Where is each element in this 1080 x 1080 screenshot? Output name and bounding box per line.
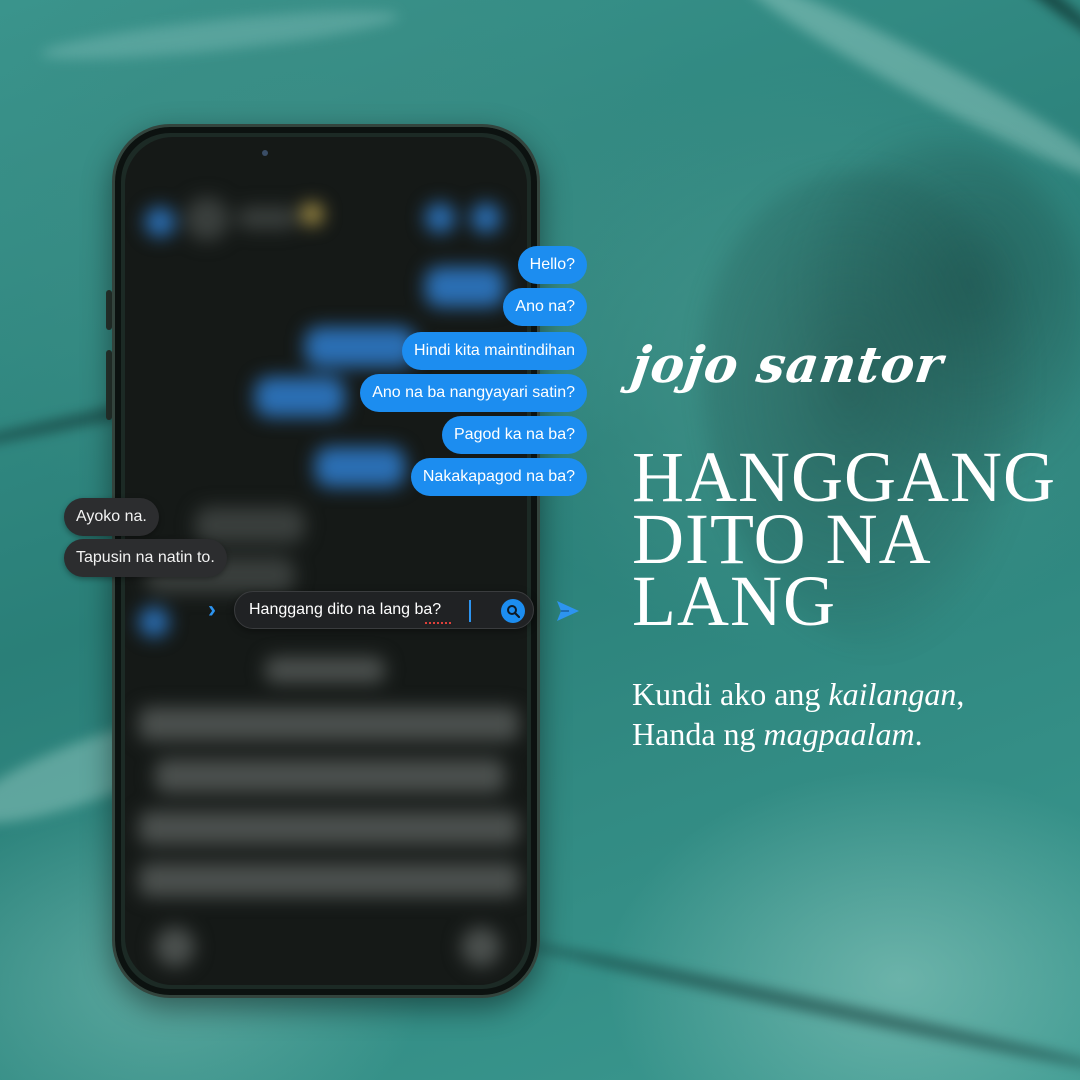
sent-message: Pagod ka na ba? bbox=[442, 416, 587, 454]
lyric-excerpt: Kundi ako ang kailangan, Handa ng magpaa… bbox=[632, 674, 964, 754]
song-title-line: LANG bbox=[632, 561, 836, 641]
lyric-text: Kundi ako ang bbox=[632, 676, 829, 712]
blurred-message bbox=[315, 447, 405, 487]
blurred-keyboard-row bbox=[139, 707, 519, 741]
search-icon[interactable] bbox=[501, 599, 525, 623]
blurred-back-icon bbox=[145, 207, 175, 237]
lyric-punctuation: . bbox=[914, 716, 923, 752]
message-input-text: Hanggang dito na lang ba? bbox=[249, 601, 442, 618]
received-message: Ayoko na. bbox=[64, 498, 159, 536]
blurred-video-icon bbox=[471, 203, 501, 233]
lyric-emphasis: magpaalam bbox=[763, 716, 915, 752]
blurred-emoji bbox=[301, 203, 323, 225]
sent-message: Ano na ba nangyayari satin? bbox=[360, 374, 587, 412]
blurred-avatar bbox=[185, 197, 229, 241]
artist-name: jojo santor bbox=[627, 335, 948, 394]
sent-message: Hindi kita maintindihan bbox=[402, 332, 587, 370]
chevron-right-icon[interactable]: › bbox=[198, 596, 226, 624]
sent-message: Hello? bbox=[517, 246, 587, 284]
blurred-camera-icon bbox=[139, 607, 169, 637]
lyric-emphasis: kailangan bbox=[828, 676, 957, 712]
lyric-line: Kundi ako ang kailangan, bbox=[632, 674, 964, 714]
blurred-call-icon bbox=[425, 203, 455, 233]
blurred-message bbox=[255, 377, 345, 417]
sent-message: Ano na? bbox=[503, 288, 587, 326]
blurred-message bbox=[195, 507, 305, 543]
blurred-contact-name bbox=[237, 207, 297, 229]
send-arrow-icon[interactable] bbox=[554, 597, 582, 625]
song-title: HANGGANG DITO NA LANG bbox=[632, 441, 1055, 641]
blurred-keyboard-row bbox=[155, 759, 505, 793]
blurred-message bbox=[305, 327, 415, 367]
lyric-punctuation: , bbox=[956, 676, 965, 712]
lyric-text: Handa ng bbox=[632, 716, 764, 752]
message-input[interactable]: Hanggang dito na lang ba? bbox=[234, 591, 534, 629]
blurred-message bbox=[425, 267, 505, 307]
text-caret bbox=[469, 600, 471, 622]
lyric-line: Handa ng magpaalam. bbox=[632, 714, 964, 754]
blurred-keyboard-row bbox=[139, 811, 519, 845]
phone-camera-dot bbox=[262, 150, 268, 156]
received-message: Tapusin na natin to. bbox=[64, 539, 227, 577]
blurred-keyboard-row bbox=[139, 863, 519, 897]
sent-message: Nakakapagod na ba? bbox=[410, 458, 587, 496]
blurred-suggestions-bar bbox=[265, 657, 385, 683]
blurred-mic-key bbox=[461, 927, 501, 967]
blurred-emoji-key bbox=[155, 927, 195, 967]
spellcheck-underline bbox=[425, 621, 451, 624]
